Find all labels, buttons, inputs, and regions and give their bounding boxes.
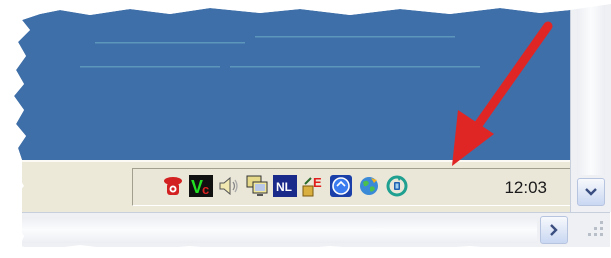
- red-arrow-annotation: [452, 21, 553, 166]
- screenshot-crop: V c NL E 12:03: [0, 0, 611, 258]
